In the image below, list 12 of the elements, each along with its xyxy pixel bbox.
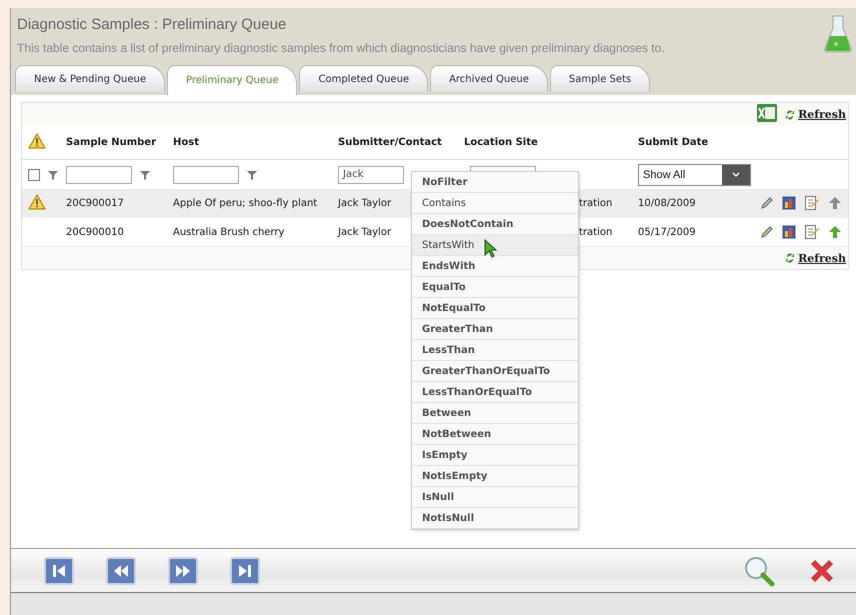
- table-cell: 10/08/2009: [638, 198, 696, 208]
- table-cell: tration: [579, 226, 612, 238]
- table-cell: 05/17/2009: [638, 226, 696, 238]
- page-title: Diagnostic Samples : Preliminary Queue: [17, 16, 286, 33]
- page-description: This table contains a list of preliminary diagnostic samples from which diagnosticians have given preliminary diagnoses to.: [17, 41, 665, 55]
- table-cell: 20C900010: [66, 226, 124, 238]
- table-cell: tration: [579, 198, 612, 208]
- table-cell: 20C900017: [66, 198, 124, 208]
- table-cell: Australia Brush cherry: [173, 226, 284, 238]
- table-cell: Jack Taylor: [338, 226, 392, 238]
- table-cell: Jack Taylor: [338, 198, 392, 208]
- table-cell: Apple Of peru; shoo-fly plant: [173, 198, 318, 208]
